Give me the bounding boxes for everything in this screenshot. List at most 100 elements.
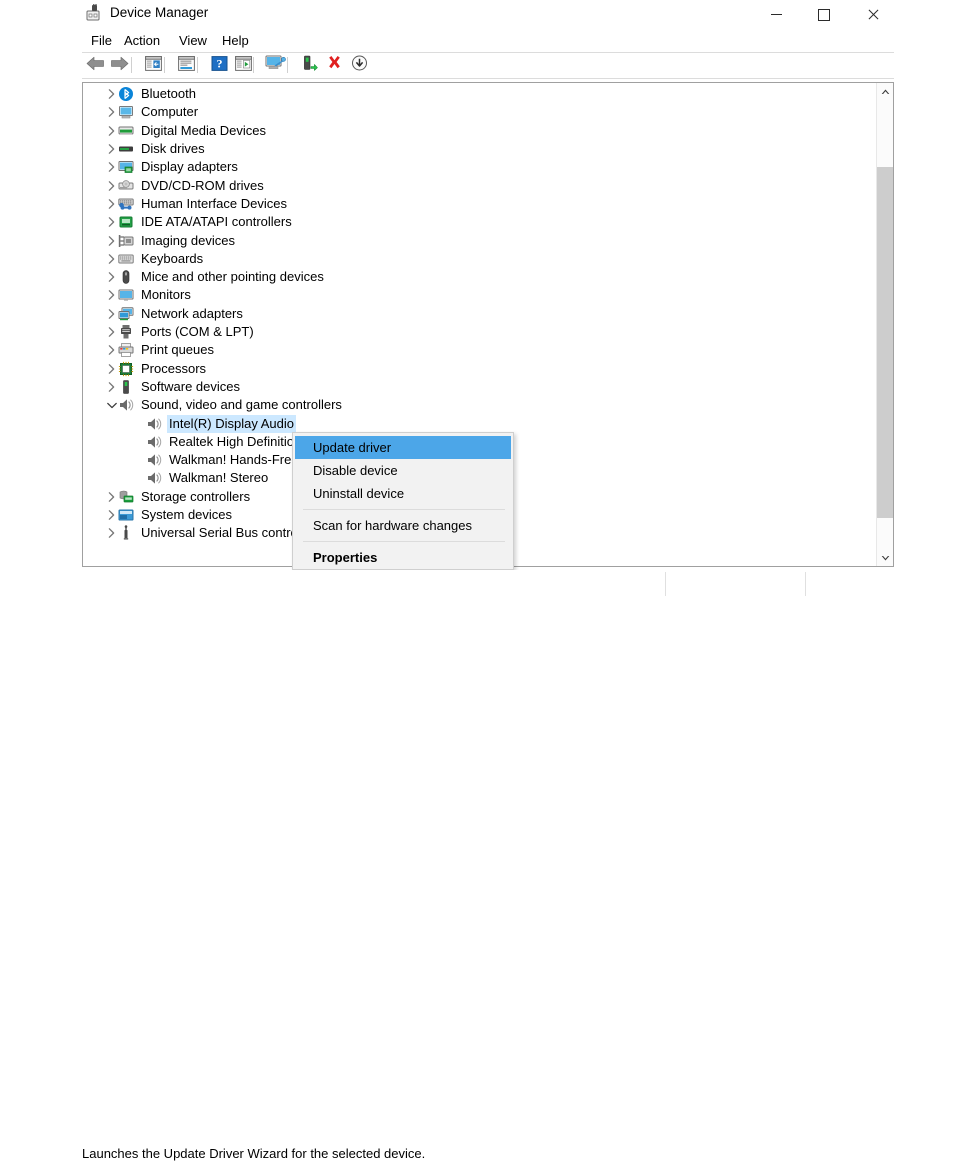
context-menu-item-properties[interactable]: Properties xyxy=(295,546,511,569)
maximize-button[interactable] xyxy=(801,0,847,29)
chevron-right-icon[interactable] xyxy=(105,506,118,524)
tree-category-item[interactable]: Human Interface Devices xyxy=(83,195,876,213)
scan-hardware-changes-icon xyxy=(265,55,286,76)
menubar-divider xyxy=(82,52,894,53)
update-driver-button[interactable] xyxy=(232,55,254,76)
context-menu[interactable]: Update driver Disable device Uninstall dev… xyxy=(292,432,514,570)
forward-arrow-button[interactable] xyxy=(108,55,130,76)
tree-category-item[interactable]: Computer xyxy=(83,103,876,121)
chevron-down-icon[interactable] xyxy=(105,396,118,414)
tree-category-item[interactable]: Sound, video and game controllers xyxy=(83,396,876,414)
tree-item-label: Ports (COM & LPT) xyxy=(141,324,254,340)
menu-action[interactable]: Action xyxy=(119,30,165,51)
chevron-right-icon[interactable] xyxy=(105,213,118,231)
context-menu-item-uninstall-device[interactable]: Uninstall device xyxy=(295,482,511,505)
port-icon xyxy=(118,324,134,340)
speaker-icon xyxy=(118,397,134,413)
computer-icon xyxy=(118,104,134,120)
show-hide-console-tree-icon xyxy=(144,55,162,76)
close-button[interactable] xyxy=(850,0,896,29)
status-bar-divider xyxy=(665,572,666,596)
menu-bar: File Action View Help xyxy=(82,30,894,51)
tree-category-item[interactable]: Software devices xyxy=(83,378,876,396)
chevron-right-icon[interactable] xyxy=(105,140,118,158)
tree-category-item[interactable]: Mice and other pointing devices xyxy=(83,268,876,286)
tree-item-label: Mice and other pointing devices xyxy=(141,269,324,285)
scrollbar-thumb[interactable] xyxy=(877,167,893,518)
tree-category-item[interactable]: Print queues xyxy=(83,341,876,359)
minimize-icon xyxy=(770,14,782,15)
device-manager-icon xyxy=(86,4,104,21)
chevron-right-icon[interactable] xyxy=(105,232,118,250)
disable-device-button[interactable] xyxy=(348,55,370,76)
context-menu-separator xyxy=(303,541,505,542)
tree-category-item[interactable]: Imaging devices xyxy=(83,231,876,249)
tree-category-item[interactable]: DVD/CD-ROM drives xyxy=(83,177,876,195)
tree-item-label: Display adapters xyxy=(141,159,238,175)
chevron-right-icon[interactable] xyxy=(105,122,118,140)
context-menu-item-update-driver[interactable]: Update driver xyxy=(295,436,511,459)
tree-item-label: Intel(R) Display Audio xyxy=(167,414,296,433)
chevron-right-icon[interactable] xyxy=(105,177,118,195)
tree-item-label: Storage controllers xyxy=(141,488,251,504)
tree-item-label: Monitors xyxy=(141,287,191,303)
back-arrow-button[interactable] xyxy=(84,55,106,76)
chevron-right-icon[interactable] xyxy=(105,286,118,304)
chevron-right-icon[interactable] xyxy=(105,250,118,268)
chevron-right-icon[interactable] xyxy=(105,158,118,176)
chevron-right-icon[interactable] xyxy=(105,195,118,213)
tree-category-item[interactable]: Monitors xyxy=(83,286,876,304)
tree-device-item[interactable]: Intel(R) Display Audio xyxy=(83,414,876,433)
properties-icon xyxy=(177,55,195,76)
window-title: Device Manager xyxy=(110,5,209,20)
usb-icon xyxy=(118,525,134,541)
chevron-right-icon[interactable] xyxy=(105,305,118,323)
back-arrow-icon xyxy=(86,56,105,76)
chevron-right-icon[interactable] xyxy=(105,103,118,121)
toolbar-divider xyxy=(82,78,894,79)
chevron-right-icon[interactable] xyxy=(105,341,118,359)
minimize-button[interactable] xyxy=(753,0,799,29)
show-hide-console-tree-button[interactable] xyxy=(142,55,164,76)
tree-category-item[interactable]: Ports (COM & LPT) xyxy=(83,323,876,341)
tree-category-item[interactable]: Digital Media Devices xyxy=(83,122,876,140)
enable-device-button[interactable] xyxy=(298,55,320,76)
chevron-right-icon[interactable] xyxy=(105,268,118,286)
uninstall-device-button[interactable] xyxy=(323,55,345,76)
scroll-up-arrow-icon[interactable] xyxy=(877,83,893,100)
tree-category-item[interactable]: Keyboards xyxy=(83,250,876,268)
keyboard-icon xyxy=(118,251,134,267)
scan-hardware-changes-button[interactable] xyxy=(264,55,286,76)
chevron-right-icon[interactable] xyxy=(105,323,118,341)
help-button[interactable]: ? xyxy=(208,55,230,76)
tree-item-label: Software devices xyxy=(141,378,240,394)
menu-help[interactable]: Help xyxy=(217,30,254,51)
menu-view[interactable]: View xyxy=(174,30,212,51)
tree-category-item[interactable]: Disk drives xyxy=(83,140,876,158)
chevron-right-icon[interactable] xyxy=(105,378,118,396)
context-menu-item-scan-for-hardware-changes[interactable]: Scan for hardware changes xyxy=(295,514,511,537)
chevron-right-icon[interactable] xyxy=(105,488,118,506)
tree-category-item[interactable]: Bluetooth xyxy=(83,85,876,103)
tree-category-item[interactable]: Processors xyxy=(83,360,876,378)
tree-category-item[interactable]: Display adapters xyxy=(83,158,876,176)
chevron-right-icon[interactable] xyxy=(105,85,118,103)
context-menu-item-disable-device[interactable]: Disable device xyxy=(295,459,511,482)
tree-item-label: Print queues xyxy=(141,342,214,358)
tree-category-item[interactable]: Network adapters xyxy=(83,305,876,323)
network-adapter-icon xyxy=(118,306,134,322)
tree-item-label: Imaging devices xyxy=(141,232,235,248)
scroll-down-arrow-icon[interactable] xyxy=(877,549,893,566)
dvd-drive-icon xyxy=(118,178,134,194)
tree-item-label: Digital Media Devices xyxy=(141,122,266,138)
properties-button[interactable] xyxy=(175,55,197,76)
vertical-scrollbar[interactable] xyxy=(876,83,893,566)
chevron-right-icon[interactable] xyxy=(105,524,118,542)
chevron-right-icon[interactable] xyxy=(105,360,118,378)
tree-category-item[interactable]: IDE ATA/ATAPI controllers xyxy=(83,213,876,231)
menu-file[interactable]: File xyxy=(86,30,117,51)
tree-item-label: Walkman! Stereo xyxy=(169,470,269,486)
speaker-icon xyxy=(146,452,162,468)
